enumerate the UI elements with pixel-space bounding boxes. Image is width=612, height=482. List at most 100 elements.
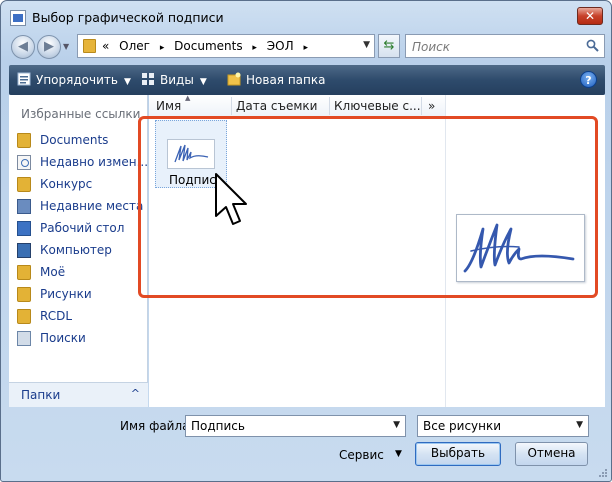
signature-thumbnail	[167, 139, 215, 169]
sidebar-item-documents[interactable]: Documents	[17, 129, 148, 151]
column-name[interactable]: Имя	[156, 99, 181, 113]
sidebar-item-label: Documents	[40, 133, 109, 147]
sidebar-item-computer[interactable]: Компьютер	[17, 239, 148, 261]
signature-image	[463, 223, 575, 273]
search-placeholder: Поиск	[412, 40, 451, 54]
title-bar[interactable]: Выбор графической подписи ✕	[1, 1, 611, 33]
column-date-taken[interactable]: Дата съемки	[236, 99, 317, 113]
desktop-icon	[17, 220, 31, 236]
select-button[interactable]: Выбрать	[415, 442, 501, 466]
filename-value: Подпись	[191, 419, 245, 433]
folders-label: Папки	[21, 388, 61, 402]
column-header: Имя ▲ Дата съемки Ключевые с... »	[149, 94, 445, 117]
column-tags[interactable]: Ключевые с...	[334, 99, 421, 113]
sidebar-item-konkurs[interactable]: Конкурс	[17, 173, 148, 195]
sidebar-item-recent-places[interactable]: Недавние места	[17, 195, 148, 217]
service-label: Сервис	[339, 448, 384, 462]
navigation-pane: Избранные ссылки Documents Недавно измен…	[9, 95, 148, 407]
organize-label: Упорядочить	[36, 73, 118, 87]
folder-icon	[17, 286, 31, 302]
chevron-up-icon: ^	[130, 387, 140, 400]
folders-toggle[interactable]: Папки ^	[9, 382, 148, 407]
breadcrumb-item-oleg[interactable]: Олег	[119, 39, 150, 53]
more-columns-button[interactable]: »	[428, 99, 435, 113]
breadcrumb: « Олег ▸ Documents ▸ ЭОЛ ▸	[102, 39, 314, 53]
resize-grip-icon[interactable]	[598, 468, 608, 478]
sidebar-item-label: Рисунки	[40, 287, 92, 301]
organize-menu-button[interactable]: Упорядочить ▼	[17, 72, 131, 87]
column-divider[interactable]	[231, 97, 232, 115]
sidebar-item-moe[interactable]: Моё	[17, 261, 148, 283]
cancel-button[interactable]: Отмена	[515, 442, 588, 466]
search-input[interactable]: Поиск	[405, 34, 605, 58]
views-label: Виды	[160, 73, 194, 87]
organize-icon	[17, 72, 31, 86]
new-folder-label: Новая папка	[246, 73, 326, 87]
filename-label: Имя файла:	[120, 419, 194, 433]
sidebar-item-label: Поиски	[40, 331, 86, 345]
column-divider[interactable]	[421, 97, 422, 115]
sidebar-item-label: Моё	[40, 265, 66, 279]
mouse-pointer-icon	[215, 173, 247, 225]
sidebar-item-pictures[interactable]: Рисунки	[17, 283, 148, 305]
new-folder-icon	[227, 72, 241, 86]
command-toolbar: Упорядочить ▼ Виды ▼ Новая папка ?	[9, 65, 605, 95]
folder-icon	[17, 264, 31, 280]
computer-icon	[17, 242, 31, 258]
back-button[interactable]: ◀	[11, 35, 35, 59]
folder-icon	[17, 308, 31, 324]
file-list: Имя ▲ Дата съемки Ключевые с... » Подпис…	[149, 94, 445, 407]
history-dropdown-icon[interactable]: ▼	[63, 42, 69, 51]
views-icon	[142, 73, 154, 85]
chevron-down-icon: ▼	[395, 449, 402, 459]
views-menu-button[interactable]: Виды ▼	[141, 72, 207, 87]
sidebar-item-searches[interactable]: Поиски	[17, 327, 148, 349]
recent-changes-icon	[17, 154, 31, 170]
help-icon[interactable]: ?	[580, 71, 597, 88]
preview-pane	[445, 95, 605, 407]
sidebar-item-label: Компьютер	[40, 243, 112, 257]
file-type-value: Все рисунки	[423, 419, 502, 433]
searches-icon	[17, 330, 31, 346]
sidebar-item-recently-changed[interactable]: Недавно измен...	[17, 151, 148, 173]
app-icon	[10, 10, 26, 26]
folder-icon	[17, 176, 31, 192]
file-type-select[interactable]: Все рисунки ▼	[417, 415, 589, 437]
sort-ascending-icon: ▲	[185, 94, 191, 102]
navigation-bar: ◀ ▶ ▼ « Олег ▸ Documents ▸ ЭОЛ ▸ ▼ ⇆ Пои…	[9, 33, 605, 61]
sidebar-item-label: Недавние места	[40, 199, 144, 213]
breadcrumb-overflow[interactable]: «	[102, 39, 109, 53]
chevron-right-icon[interactable]: ▸	[252, 43, 257, 53]
favorite-links-heading: Избранные ссылки	[21, 107, 141, 121]
sidebar-item-label: Рабочий стол	[40, 221, 125, 235]
folder-icon	[83, 39, 96, 53]
new-folder-button[interactable]: Новая папка	[227, 72, 325, 87]
refresh-button[interactable]: ⇆	[378, 34, 400, 58]
address-bar[interactable]: « Олег ▸ Documents ▸ ЭОЛ ▸ ▼	[77, 34, 375, 58]
sidebar-item-rcdl[interactable]: RCDL	[17, 305, 148, 327]
search-icon[interactable]	[586, 39, 599, 52]
forward-button[interactable]: ▶	[37, 35, 61, 59]
address-dropdown-icon[interactable]: ▼	[363, 40, 370, 50]
sidebar-item-label: Конкурс	[40, 177, 93, 191]
chevron-right-icon[interactable]: ▸	[160, 43, 165, 53]
recent-places-icon	[17, 198, 31, 214]
sidebar-item-label: RCDL	[40, 309, 73, 323]
sidebar-item-label: Недавно измен...	[40, 155, 149, 169]
folder-icon	[17, 132, 31, 148]
window-title: Выбор графической подписи	[32, 10, 224, 25]
chevron-down-icon[interactable]: ▼	[393, 420, 400, 430]
filename-field[interactable]: Подпись ▼	[185, 415, 406, 437]
dialog-window: Выбор графической подписи ✕ ◀ ▶ ▼ « Олег…	[0, 0, 612, 482]
signature-image	[174, 144, 209, 163]
service-menu-button[interactable]: Сервис ▼	[337, 445, 409, 467]
close-button[interactable]: ✕	[577, 7, 603, 25]
breadcrumb-item-documents[interactable]: Documents	[174, 39, 242, 53]
favorite-links-list: Documents Недавно измен... Конкурс Недав…	[17, 129, 148, 349]
breadcrumb-item-eol[interactable]: ЭОЛ	[267, 39, 294, 53]
column-divider[interactable]	[329, 97, 330, 115]
sidebar-item-desktop[interactable]: Рабочий стол	[17, 217, 148, 239]
chevron-down-icon: ▼	[576, 420, 583, 430]
chevron-right-icon[interactable]: ▸	[303, 43, 308, 53]
signature-preview	[456, 214, 585, 282]
